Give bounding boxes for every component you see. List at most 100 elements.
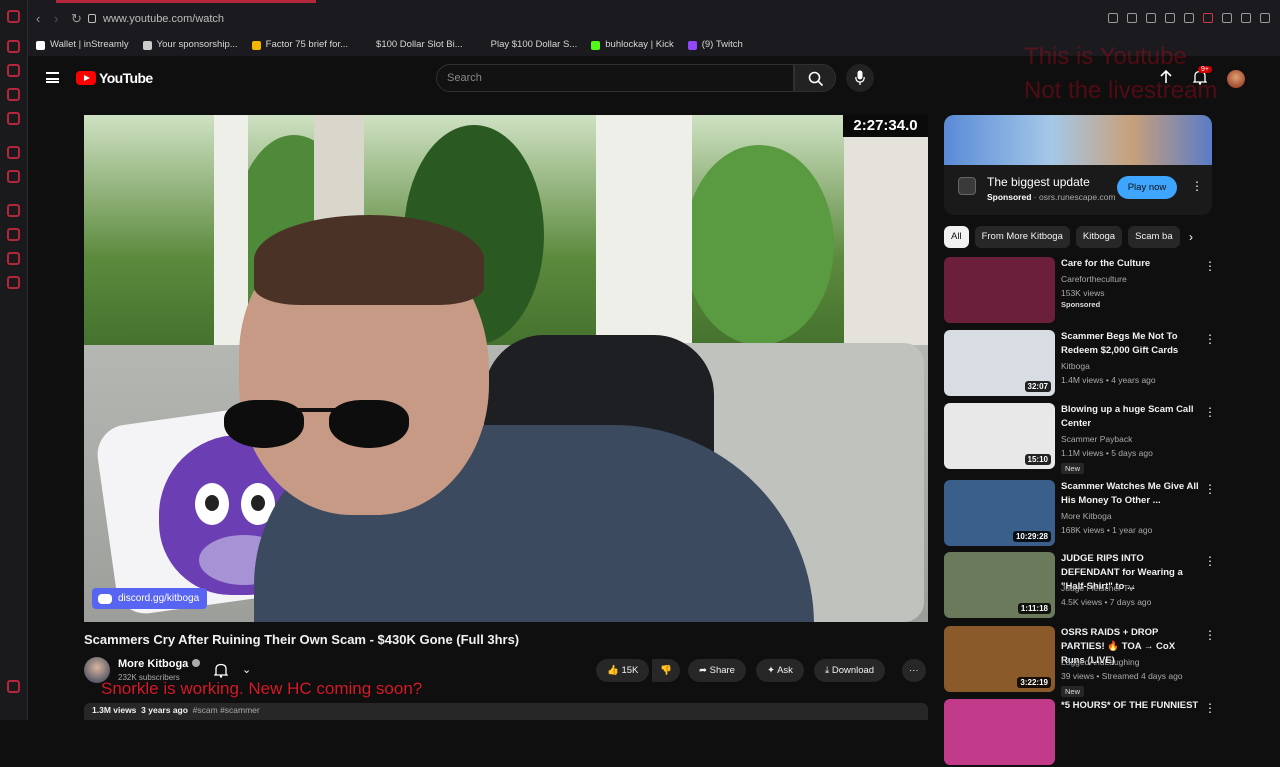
description-box[interactable]: 1.3M views 3 years ago #scam #scammer (84, 703, 928, 720)
more-actions-button[interactable]: ··· (902, 659, 926, 682)
address-bar[interactable]: www.youtube.com/watch (88, 9, 648, 29)
bookmark-item[interactable]: Play $100 Dollar S... (476, 34, 577, 56)
recommendation-item[interactable]: 32:07 Scammer Begs Me Not To Redeem $2,00… (944, 330, 1216, 398)
account-avatar[interactable] (1227, 70, 1245, 88)
recommendation-channel[interactable]: LaggedAndLaughing (1061, 656, 1139, 668)
chevron-right-icon[interactable]: › (1189, 230, 1193, 244)
menu-icon[interactable] (1260, 13, 1270, 23)
bookmark-item[interactable]: Your sponsorship... (142, 34, 238, 56)
extension-icon[interactable] (1108, 13, 1118, 23)
sidebar-app-icon[interactable] (7, 228, 20, 241)
reload-icon[interactable]: ↻ (71, 12, 82, 25)
bookmark-item[interactable]: buhlockay | Kick (591, 34, 674, 56)
ad-title[interactable]: The biggest update (987, 175, 1090, 189)
download-button[interactable]: ⤓ Download (814, 659, 886, 682)
more-options-icon[interactable]: ⋮ (1204, 701, 1216, 715)
recommendation-item[interactable]: 15:10 Blowing up a huge Scam Call Center S… (944, 403, 1216, 474)
chip-kitboga[interactable]: Kitboga (1075, 226, 1123, 248)
more-options-icon[interactable]: ⋮ (1191, 179, 1203, 193)
video-thumbnail[interactable]: 1:11:18 (944, 552, 1055, 618)
recommendation-stats: 1.1M views • 5 days ago (1061, 448, 1153, 458)
sidebar-app-icon[interactable] (7, 88, 20, 101)
back-icon[interactable]: ‹ (36, 12, 40, 25)
youtube-logo[interactable]: YouTube (76, 70, 153, 86)
bookmark-favicon-icon (362, 40, 372, 50)
search-input[interactable]: Search (436, 64, 794, 92)
more-options-icon[interactable]: ⋮ (1204, 482, 1216, 496)
more-options-icon[interactable]: ⋮ (1204, 405, 1216, 419)
recommendation-channel[interactable]: Judge Fleischer TV (1061, 582, 1134, 594)
bookmark-item[interactable]: Factor 75 brief for... (251, 34, 348, 56)
hamburger-menu-icon[interactable] (46, 72, 59, 83)
recommendation-channel[interactable]: Kitboga (1061, 360, 1090, 372)
sidebar-app-icon[interactable] (7, 680, 20, 693)
play-icon[interactable] (1165, 13, 1175, 23)
video-thumbnail[interactable]: 3:22:19 (944, 626, 1055, 692)
stream-timer: 2:27:34.0 (843, 115, 928, 137)
bookmark-item[interactable]: (9) Twitch (687, 34, 743, 56)
recommendation-title[interactable]: Blowing up a huge Scam Call Center (1061, 403, 1201, 431)
bookmark-label: Your sponsorship... (156, 39, 238, 50)
sidebar-app-icon[interactable] (7, 276, 20, 289)
sidebar-app-icon[interactable] (7, 252, 20, 265)
forward-icon[interactable]: › (54, 12, 58, 25)
chip-all[interactable]: All (944, 226, 969, 248)
sidebar-toggle-icon[interactable] (1203, 13, 1213, 23)
ask-button[interactable]: ✦ Ask (756, 659, 804, 682)
recommendation-title[interactable]: *5 HOURS* OF THE FUNNIEST (1061, 699, 1201, 713)
bookmark-item[interactable]: $100 Dollar Slot Bi... (362, 34, 463, 56)
more-options-icon[interactable]: ⋮ (1204, 628, 1216, 642)
sidebar-app-icon[interactable] (7, 10, 20, 23)
video-thumbnail[interactable] (944, 257, 1055, 323)
sidebar-app-icon[interactable] (7, 170, 20, 183)
video-thumbnail[interactable] (944, 699, 1055, 765)
video-player[interactable]: 2:27:34.0 discord.gg/kitboga (84, 115, 928, 622)
channel-name[interactable]: More Kitboga (118, 658, 201, 670)
chip-from-more-kitboga[interactable]: From More Kitboga (974, 226, 1070, 248)
sidebar-app-icon[interactable] (7, 40, 20, 53)
voice-search-button[interactable] (846, 64, 874, 92)
recommendation-title[interactable]: Care for the Culture (1061, 257, 1201, 271)
duration-badge: 15:10 (1024, 454, 1051, 465)
extension-icon[interactable] (1127, 13, 1137, 23)
like-button[interactable]: 👍 15K (596, 659, 650, 682)
video-thumbnail[interactable]: 15:10 (944, 403, 1055, 469)
recommendation-item[interactable]: *5 HOURS* OF THE FUNNIEST ⋮ (944, 699, 1216, 767)
recommendation-title[interactable]: Scammer Begs Me Not To Redeem $2,000 Gif… (1061, 330, 1201, 358)
sponsored-ad-card[interactable]: The biggest update Sponsored · osrs.rune… (944, 115, 1212, 215)
more-options-icon[interactable]: ⋮ (1204, 554, 1216, 568)
search-button[interactable] (794, 64, 836, 92)
share-button[interactable]: ➦ Share (688, 659, 746, 682)
chip-scam-baiting[interactable]: Scam ba (1128, 226, 1180, 248)
recommendation-item[interactable]: 10:29:28 Scammer Watches Me Give All His … (944, 480, 1216, 548)
discord-icon (98, 593, 112, 604)
sidebar-app-icon[interactable] (7, 204, 20, 217)
download-icon[interactable] (1241, 13, 1251, 23)
ad-banner-image[interactable] (944, 115, 1212, 165)
play-now-button[interactable]: Play now (1117, 176, 1177, 199)
recommendation-title[interactable]: Scammer Watches Me Give All His Money To… (1061, 480, 1201, 508)
dislike-button[interactable]: 👎 (652, 659, 680, 682)
hashtags[interactable]: #scam #scammer (193, 705, 260, 715)
video-thumbnail[interactable]: 10:29:28 (944, 480, 1055, 546)
sidebar-app-icon[interactable] (7, 64, 20, 77)
recommendation-item[interactable]: Care for the Culture Carefortheculture 153… (944, 257, 1216, 325)
sidebar-app-icon[interactable] (7, 112, 20, 125)
heart-icon[interactable] (1184, 13, 1194, 23)
sidebar-app-icon[interactable] (7, 146, 20, 159)
channel-name-text[interactable]: More Kitboga (118, 658, 188, 670)
profile-icon[interactable] (1222, 13, 1232, 23)
bookmark-favicon-icon (687, 40, 697, 50)
shield-icon[interactable] (1146, 13, 1156, 23)
more-options-icon[interactable]: ⋮ (1204, 259, 1216, 273)
recommendation-channel[interactable]: Carefortheculture (1061, 273, 1127, 285)
bookmark-item[interactable]: Wallet | inStreamly (36, 34, 129, 56)
more-options-icon[interactable]: ⋮ (1204, 332, 1216, 346)
download-label: Download (831, 665, 875, 676)
recommendation-item[interactable]: 3:22:19 OSRS RAIDS + DROP PARTIES! 🔥 TOA … (944, 626, 1216, 697)
recommendation-item[interactable]: 1:11:18 JUDGE RIPS INTO DEFENDANT for Wea… (944, 552, 1216, 620)
recommendation-channel[interactable]: Scammer Payback (1061, 433, 1132, 445)
chevron-down-icon: ⌄ (242, 664, 252, 676)
recommendation-channel[interactable]: More Kitboga (1061, 510, 1112, 522)
video-thumbnail[interactable]: 32:07 (944, 330, 1055, 396)
